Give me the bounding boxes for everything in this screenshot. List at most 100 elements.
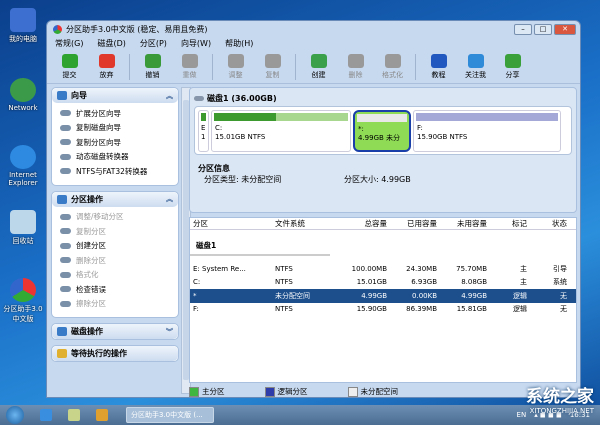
wizard-item[interactable]: NTFS与FAT32转换器: [52, 164, 178, 179]
toolbar-button-8[interactable]: 格式化: [374, 53, 411, 80]
partition-op-item[interactable]: 格式化: [52, 268, 178, 283]
toolbar-button-11[interactable]: 分享: [494, 53, 531, 80]
partition-op-icon: [60, 300, 71, 307]
item-label: 复制分区: [76, 226, 106, 236]
column-header[interactable]: 已用容量: [390, 218, 440, 229]
close-button[interactable]: ✕: [554, 23, 576, 35]
partition-detail: 15.01GB NTFS: [215, 133, 266, 141]
table-cell: 主: [520, 264, 527, 273]
wizard-item-icon: [60, 139, 71, 146]
partition-op-item[interactable]: 创建分区: [52, 239, 178, 254]
table-cell: *: [193, 291, 197, 300]
media-quicklaunch-icon[interactable]: [96, 409, 108, 421]
partition-block-f[interactable]: F: 15.90GB NTFS: [413, 110, 561, 152]
toolbar-icon: [430, 53, 447, 68]
column-header[interactable]: 未用容量: [440, 218, 490, 229]
item-label: 格式化: [76, 270, 99, 280]
desktop-icon-recycle[interactable]: 回收站: [0, 210, 46, 246]
desktop-icon-partition-assistant[interactable]: 分区助手3.0中文版: [0, 278, 46, 324]
wizard-item[interactable]: 动态磁盘转换器: [52, 150, 178, 165]
expand-icon[interactable]: ︾: [166, 327, 173, 337]
column-header[interactable]: 状态: [530, 218, 570, 229]
watermark: 系统之家 XITONGZHIJIA.NET: [526, 382, 594, 415]
toolbar-button-10[interactable]: 关注我: [457, 53, 494, 80]
toolbar-button-1[interactable]: 放弃: [88, 53, 125, 80]
partition-block-c[interactable]: C: 15.01GB NTFS: [211, 110, 351, 152]
table-row[interactable]: C: NTFS 15.01GB 6.93GB 8.08GB 主 系统: [190, 276, 576, 290]
partition-op-item[interactable]: 删除分区: [52, 253, 178, 268]
collapse-icon[interactable]: ︽: [166, 91, 173, 101]
column-header[interactable]: 总容量: [342, 218, 390, 229]
pending-ops-section[interactable]: 等待执行的操作: [51, 345, 179, 362]
wizard-header[interactable]: 向导 ︽: [52, 88, 178, 103]
legend-label: 逻辑分区: [277, 386, 308, 396]
menu-partition[interactable]: 分区(P): [140, 38, 167, 49]
legend: 主分区 逻辑分区 未分配空间: [189, 385, 398, 397]
table-header: 分区 文件系统 总容量 已用容量 未用容量 标记 状态: [190, 218, 576, 230]
item-label: 擦除分区: [76, 299, 106, 309]
wizard-item[interactable]: 复制分区向导: [52, 135, 178, 150]
table-row[interactable]: E: System Re... NTFS 100.00MB 24.30MB 75.70M…: [190, 262, 576, 276]
wizard-item[interactable]: 复制磁盘向导: [52, 121, 178, 136]
wizard-item[interactable]: 扩展分区向导: [52, 106, 178, 121]
column-header[interactable]: 分区: [190, 218, 272, 229]
menu-wizard[interactable]: 向导(W): [181, 38, 211, 49]
partition-op-icon: [60, 213, 71, 220]
recycle-bin-icon: [10, 210, 36, 234]
column-header[interactable]: 标记: [490, 218, 530, 229]
item-label: 检查错误: [76, 284, 106, 294]
toolbar-label: 分享: [505, 70, 520, 79]
wizard-section: 向导 ︽ 扩展分区向导 复制磁盘向导 复制分区向导 动态磁盘转换器 NTFS与FAT32转…: [51, 87, 179, 186]
legend-label: 未分配空间: [360, 386, 399, 396]
column-header[interactable]: 文件系统: [272, 218, 342, 229]
taskbar-app-button[interactable]: 分区助手3.0中文版 (...: [126, 407, 214, 423]
partition-op-item[interactable]: 调整/移动分区: [52, 210, 178, 225]
desktop-icon-ie[interactable]: Internet Explorer: [0, 145, 46, 187]
desktop-icon-network[interactable]: Network: [0, 78, 46, 112]
partition-detail: 15.90GB NTFS: [417, 133, 468, 141]
explorer-quicklaunch-icon[interactable]: [68, 409, 80, 421]
menu-disk[interactable]: 磁盘(D): [97, 38, 125, 49]
toolbar-button-5[interactable]: 复制: [254, 53, 291, 80]
partition-ops-header[interactable]: 分区操作 ︽: [52, 191, 178, 207]
table-cell: 0.00KB: [412, 291, 437, 300]
partition-block-unallocated[interactable]: *: 4.99GB 未分: [353, 110, 411, 152]
table-row[interactable]: F: NTFS 15.90GB 86.39MB 15.81GB 逻辑 无: [190, 303, 576, 317]
menu-bar: 常规(G) 磁盘(D) 分区(P) 向导(W) 帮助(H): [47, 37, 580, 50]
toolbar-button-6[interactable]: 创建: [300, 53, 337, 80]
ie-quicklaunch-icon[interactable]: [40, 409, 52, 421]
menu-general[interactable]: 常规(G): [55, 38, 83, 49]
partition-op-icon: [60, 257, 71, 264]
disk-group-label: 磁盘1: [190, 230, 330, 256]
start-button[interactable]: [6, 406, 24, 424]
toolbar-icon: [467, 53, 484, 68]
toolbar-icon: [227, 53, 244, 68]
toolbar-icon: [98, 53, 115, 68]
partition-block-e[interactable]: E1: [198, 110, 209, 152]
toolbar-button-4[interactable]: 调整: [217, 53, 254, 80]
partition-op-item[interactable]: 擦除分区: [52, 297, 178, 312]
toolbar-button-7[interactable]: 删除: [337, 53, 374, 80]
partition-op-item[interactable]: 复制分区: [52, 224, 178, 239]
collapse-icon[interactable]: ︽: [166, 194, 173, 204]
toolbar-label: 调整: [228, 70, 243, 79]
desktop-icon-computer[interactable]: 我的电脑: [0, 8, 46, 44]
desktop-label: 分区助手3.0中文版: [3, 305, 43, 323]
toolbar-separator: [212, 53, 213, 80]
toolbar-button-0[interactable]: 提交: [51, 53, 88, 80]
disk-ops-section[interactable]: 磁盘操作 ︾: [51, 323, 179, 340]
table-cell: 75.70MB: [456, 264, 487, 273]
table-cell: 主: [520, 278, 527, 287]
language-indicator[interactable]: EN: [517, 411, 527, 419]
section-title: 向导: [71, 91, 87, 100]
toolbar-button-2[interactable]: 撤销: [134, 53, 171, 80]
toolbar-button-3[interactable]: 重做: [171, 53, 208, 80]
minimize-button[interactable]: –: [514, 23, 532, 35]
menu-help[interactable]: 帮助(H): [225, 38, 253, 49]
disk-title: 磁盘1 (36.00GB): [207, 93, 277, 103]
sidebar: 向导 ︽ 扩展分区向导 复制磁盘向导 复制分区向导 动态磁盘转换器 NTFS与FAT32转…: [51, 87, 179, 392]
table-row[interactable]: * 未分配空间 4.99GB 0.00KB 4.99GB 逻辑 无: [190, 289, 576, 303]
toolbar-button-9[interactable]: 教程: [420, 53, 457, 80]
partition-op-item[interactable]: 检查错误: [52, 282, 178, 297]
maximize-button[interactable]: □: [534, 23, 552, 35]
